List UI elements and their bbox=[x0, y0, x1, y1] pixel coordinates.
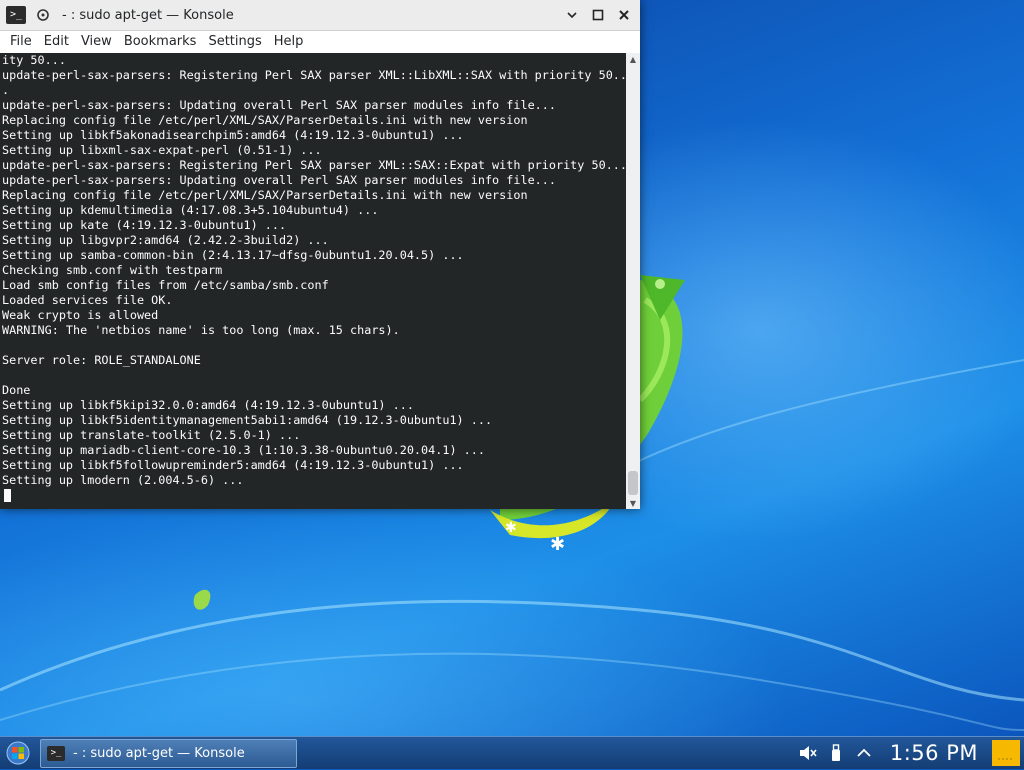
terminal-line: Server role: ROLE_STANDALONE bbox=[2, 353, 201, 367]
terminal-line: Setting up libxml-sax-expat-perl (0.51-1… bbox=[2, 143, 322, 157]
terminal-scrollbar[interactable]: ▲ ▼ bbox=[626, 53, 640, 509]
close-button[interactable] bbox=[616, 7, 632, 23]
usb-device-icon[interactable] bbox=[826, 743, 846, 763]
close-icon bbox=[619, 10, 629, 20]
menu-bar: File Edit View Bookmarks Settings Help bbox=[0, 31, 640, 54]
terminal-cursor bbox=[4, 489, 11, 502]
terminal-line: Setting up libkf5akonadisearchpim5:amd64… bbox=[2, 128, 464, 142]
terminal-line: Setting up samba-common-bin (2:4.13.17~d… bbox=[2, 248, 464, 262]
terminal-line: Replacing config file /etc/perl/XML/SAX/… bbox=[2, 113, 528, 127]
window-title: - : sudo apt-get — Konsole bbox=[62, 7, 234, 23]
terminal-line: Setting up libkf5identitymanagement5abi1… bbox=[2, 413, 493, 427]
taskbar-item-konsole[interactable]: >_ - : sudo apt-get — Konsole bbox=[40, 739, 297, 768]
chevron-up-icon[interactable] bbox=[854, 743, 874, 763]
terminal-prompt-line bbox=[0, 488, 626, 503]
window-controls bbox=[564, 0, 632, 30]
scroll-thumb[interactable] bbox=[628, 471, 638, 495]
taskbar-item-label: - : sudo apt-get — Konsole bbox=[73, 746, 245, 761]
terminal-line: Setting up libkf5kipi32.0.0:amd64 (4:19.… bbox=[2, 398, 414, 412]
terminal-line: Setting up mariadb-client-core-10.3 (1:1… bbox=[2, 443, 485, 457]
maximize-icon bbox=[592, 9, 604, 21]
terminal-line: Replacing config file /etc/perl/XML/SAX/… bbox=[2, 188, 528, 202]
terminal-line: Setting up lmodern (2.004.5-6) ... bbox=[2, 473, 244, 487]
minimize-icon bbox=[567, 12, 577, 19]
terminal-line: Weak crypto is allowed bbox=[2, 308, 159, 322]
konsole-icon[interactable]: >_ bbox=[6, 6, 26, 24]
terminal-line: update-perl-sax-parsers: Updating overal… bbox=[2, 98, 556, 112]
konsole-icon: >_ bbox=[47, 746, 65, 761]
sticky-notes-icon[interactable] bbox=[992, 740, 1020, 766]
svg-text:✱: ✱ bbox=[505, 520, 517, 536]
terminal-line: Load smb config files from /etc/samba/sm… bbox=[2, 278, 329, 292]
terminal-line: update-perl-sax-parsers: Updating overal… bbox=[2, 173, 556, 187]
terminal-line: WARNING: The 'netbios name' is too long … bbox=[2, 323, 400, 337]
maximize-button[interactable] bbox=[590, 7, 606, 23]
terminal-line: . bbox=[2, 83, 10, 97]
menu-settings[interactable]: Settings bbox=[202, 31, 267, 53]
taskbar: >_ - : sudo apt-get — Konsole 1:56 PM bbox=[0, 736, 1024, 769]
konsole-window[interactable]: >_ - : sudo apt-get — Konsole File Edit … bbox=[0, 0, 640, 509]
windows-logo-icon bbox=[6, 741, 30, 765]
terminal-line: Setting up translate-toolkit (2.5.0-1) .… bbox=[2, 428, 301, 442]
terminal-line: Checking smb.conf with testparm bbox=[2, 263, 223, 277]
menu-file[interactable]: File bbox=[4, 31, 38, 53]
start-menu-button[interactable] bbox=[4, 740, 32, 766]
terminal-line: Done bbox=[2, 383, 31, 397]
terminal-line: Setting up libgvpr2:amd64 (2.42.2-3build… bbox=[2, 233, 329, 247]
system-tray: 1:56 PM bbox=[798, 737, 1024, 769]
menu-view[interactable]: View bbox=[75, 31, 118, 53]
terminal-line: update-perl-sax-parsers: Registering Per… bbox=[2, 158, 626, 172]
terminal-output[interactable]: ity 50... update-perl-sax-parsers: Regist… bbox=[0, 53, 626, 509]
scroll-up-icon[interactable]: ▲ bbox=[626, 53, 640, 65]
window-titlebar[interactable]: >_ - : sudo apt-get — Konsole bbox=[0, 0, 640, 31]
clock[interactable]: 1:56 PM bbox=[890, 741, 978, 765]
minimize-button[interactable] bbox=[564, 7, 580, 23]
pin-icon[interactable] bbox=[36, 8, 50, 22]
terminal-line: Loaded services file OK. bbox=[2, 293, 173, 307]
menu-bookmarks[interactable]: Bookmarks bbox=[118, 31, 203, 53]
terminal-line: ity 50... bbox=[2, 53, 66, 67]
menu-edit[interactable]: Edit bbox=[38, 31, 75, 53]
menu-help[interactable]: Help bbox=[268, 31, 310, 53]
terminal-line: update-perl-sax-parsers: Registering Per… bbox=[2, 68, 626, 82]
volume-muted-icon[interactable] bbox=[798, 743, 818, 763]
svg-text:✱: ✱ bbox=[550, 534, 565, 555]
terminal-line: Setting up libkf5followupreminder5:amd64… bbox=[2, 458, 464, 472]
terminal-line: Setting up kdemultimedia (4:17.08.3+5.10… bbox=[2, 203, 379, 217]
terminal-line: Setting up kate (4:19.12.3-0ubuntu1) ... bbox=[2, 218, 287, 232]
scroll-down-icon[interactable]: ▼ bbox=[626, 497, 640, 509]
